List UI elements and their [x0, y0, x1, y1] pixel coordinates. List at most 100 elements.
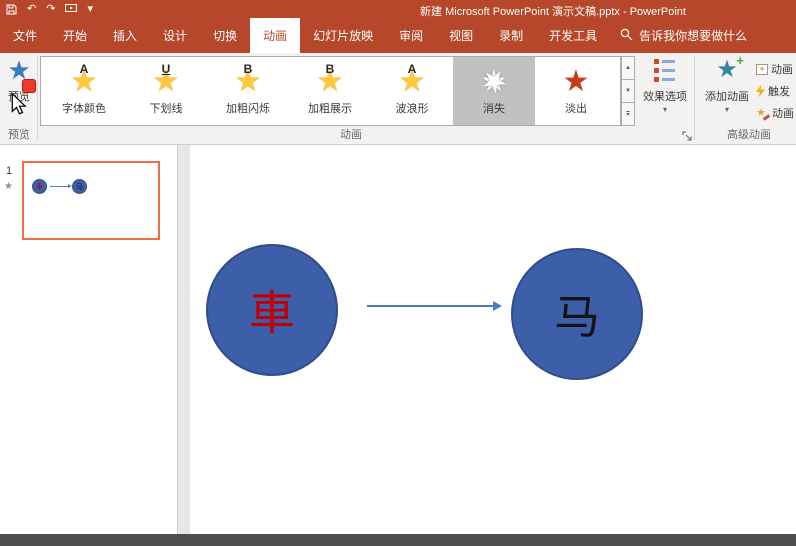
tab-view[interactable]: 视图 — [436, 18, 486, 53]
animation-underline[interactable]: ★ U 下划线 — [125, 57, 207, 125]
slide-thumbnail[interactable]: 車 马 — [22, 161, 160, 240]
qat-customize-icon[interactable]: ▾ — [87, 3, 93, 15]
emphasis-star-icon: ★ U — [148, 62, 184, 98]
trigger-button[interactable]: 触发 — [756, 81, 796, 101]
animation-bold-flash[interactable]: ★ B 加粗闪烁 — [207, 57, 289, 125]
chevron-down-icon: ▾ — [662, 105, 667, 114]
save-icon[interactable] — [6, 4, 17, 15]
animation-pane-button[interactable]: ★ 动画 — [756, 59, 796, 79]
lightning-icon — [756, 84, 765, 98]
animation-painter-label: 动画 — [772, 108, 794, 120]
animation-label: 字体颜色 — [62, 103, 106, 115]
advanced-animation-buttons: ★ 动画 触发 ★ 动画 — [756, 59, 796, 125]
letter-glyph: U — [161, 62, 171, 76]
ribbon-content: ★ 预览 ▾ ★ A 字体颜色 ★ U 下划线 — [0, 53, 796, 145]
animation-wave[interactable]: ★ A 波浪形 — [371, 57, 453, 125]
animation-painter-button[interactable]: ★ 动画 — [756, 103, 796, 123]
powerpoint-window: ↶ ↷ ▾ 新建 Microsoft PowerPoint 演示文稿.pptx … — [0, 0, 796, 546]
thumb-arrow — [50, 184, 72, 188]
tab-review[interactable]: 审阅 — [386, 18, 436, 53]
letter-glyph: A — [79, 62, 89, 76]
group-separator — [694, 56, 695, 140]
animation-label: 加粗展示 — [308, 103, 352, 115]
effect-options-label: 效果选项 — [643, 91, 687, 103]
star-glyph: ★ — [562, 64, 590, 98]
gallery-more-icon[interactable]: ▾ — [621, 102, 635, 126]
animation-label: 淡出 — [565, 103, 587, 115]
thumb-right-circle: 马 — [72, 179, 87, 194]
gallery-scrollbar: ▲ ▼ ▾ — [621, 56, 635, 126]
burst-star-icon: ★ ★ — [474, 60, 514, 102]
animation-indicator-icon[interactable]: ★ — [4, 181, 13, 192]
animation-label: 消失 — [483, 103, 505, 115]
tab-insert[interactable]: 插入 — [100, 18, 150, 53]
letter-glyph: B — [325, 62, 335, 76]
window-title: 新建 Microsoft PowerPoint 演示文稿.pptx - Powe… — [420, 6, 686, 18]
tab-record[interactable]: 录制 — [486, 18, 536, 53]
animation-gallery: ★ A 字体颜色 ★ U 下划线 ★ B 加粗闪烁 ★ B 加粗展示 ★ A 波… — [40, 56, 621, 126]
search-label: 告诉我你想要做什么 — [639, 29, 748, 43]
emphasis-star-icon: ★ B — [230, 62, 266, 98]
slide-thumbnail-panel: 1 ★ 車 马 — [0, 145, 178, 534]
animation-painter-icon: ★ — [756, 107, 771, 121]
slide-number: 1 — [6, 165, 13, 177]
add-animation-button[interactable]: ★ + 添加动画 ▾ — [698, 53, 756, 114]
tab-transitions[interactable]: 切换 — [200, 18, 250, 53]
trigger-label: 触发 — [768, 86, 790, 98]
add-animation-label: 添加动画 — [705, 91, 749, 103]
tab-slideshow[interactable]: 幻灯片放映 — [300, 18, 386, 53]
tab-file[interactable]: 文件 — [0, 18, 50, 53]
titlebar: ↶ ↷ ▾ 新建 Microsoft PowerPoint 演示文稿.pptx … — [0, 0, 796, 18]
animation-disappear[interactable]: ★ ★ 消失 — [453, 57, 535, 125]
search-icon — [620, 28, 633, 44]
left-circle-text: 車 — [249, 288, 295, 339]
start-slideshow-icon[interactable] — [65, 4, 78, 14]
right-circle-shape[interactable]: 马 — [511, 248, 643, 380]
emphasis-star-icon: ★ A — [394, 62, 430, 98]
tab-developer[interactable]: 开发工具 — [536, 18, 610, 53]
chevron-down-icon: ▾ — [724, 105, 729, 114]
tab-design[interactable]: 设计 — [150, 18, 200, 53]
bottom-bar — [0, 534, 796, 546]
gallery-scroll-down-icon[interactable]: ▼ — [621, 79, 635, 103]
animation-pane-icon: ★ — [756, 63, 768, 75]
tab-animations[interactable]: 动画 — [250, 18, 301, 53]
caret-glyph: ▾ — [626, 111, 630, 118]
emphasis-star-icon: ★ A — [66, 62, 102, 98]
advanced-animation-group-label: 高级动画 — [727, 129, 771, 141]
animation-font-color[interactable]: ★ A 字体颜色 — [43, 57, 125, 125]
add-animation-star-icon: ★ + — [712, 53, 744, 85]
preview-group-label: 预览 — [8, 129, 30, 141]
left-circle-shape[interactable]: 車 — [206, 244, 338, 376]
right-circle-text: 马 — [554, 292, 600, 343]
star-glyph: ★ — [716, 56, 738, 83]
animation-group-label: 动画 — [340, 129, 362, 141]
thumb-left-circle: 車 — [32, 179, 47, 194]
animation-bold-reveal[interactable]: ★ B 加粗展示 — [289, 57, 371, 125]
animation-label: 加粗闪烁 — [226, 103, 270, 115]
effect-options-icon — [654, 55, 676, 85]
redo-icon[interactable]: ↷ — [46, 3, 55, 15]
plus-glyph: + — [736, 53, 744, 68]
dialog-launcher-icon[interactable] — [682, 129, 693, 141]
gallery-scroll-up-icon[interactable]: ▲ — [621, 56, 635, 80]
animation-label: 下划线 — [149, 103, 183, 115]
arrow-connector[interactable] — [367, 301, 502, 311]
undo-icon[interactable]: ↶ — [27, 3, 36, 15]
effect-options-button[interactable]: 效果选项 ▾ — [638, 55, 692, 114]
tell-me-search[interactable]: 告诉我你想要做什么 — [620, 18, 747, 53]
exit-star-icon: ★ — [558, 62, 594, 98]
ribbon-tab-row: 文件 开始 插入 设计 切换 动画 幻灯片放映 审阅 视图 录制 开发工具 告诉… — [0, 18, 796, 53]
animation-label: 波浪形 — [395, 103, 429, 115]
tab-home[interactable]: 开始 — [50, 18, 100, 53]
animation-fade[interactable]: ★ 淡出 — [535, 57, 617, 125]
animation-pane-label: 动画 — [771, 64, 793, 76]
mouse-cursor — [11, 92, 27, 120]
letter-glyph: B — [243, 62, 253, 76]
recording-indicator — [22, 79, 36, 93]
group-separator — [37, 56, 38, 140]
slide-canvas[interactable]: 車 马 — [190, 145, 796, 534]
letter-glyph: A — [407, 62, 417, 76]
emphasis-star-icon: ★ B — [312, 62, 348, 98]
quick-access-toolbar: ↶ ↷ ▾ — [6, 0, 93, 18]
